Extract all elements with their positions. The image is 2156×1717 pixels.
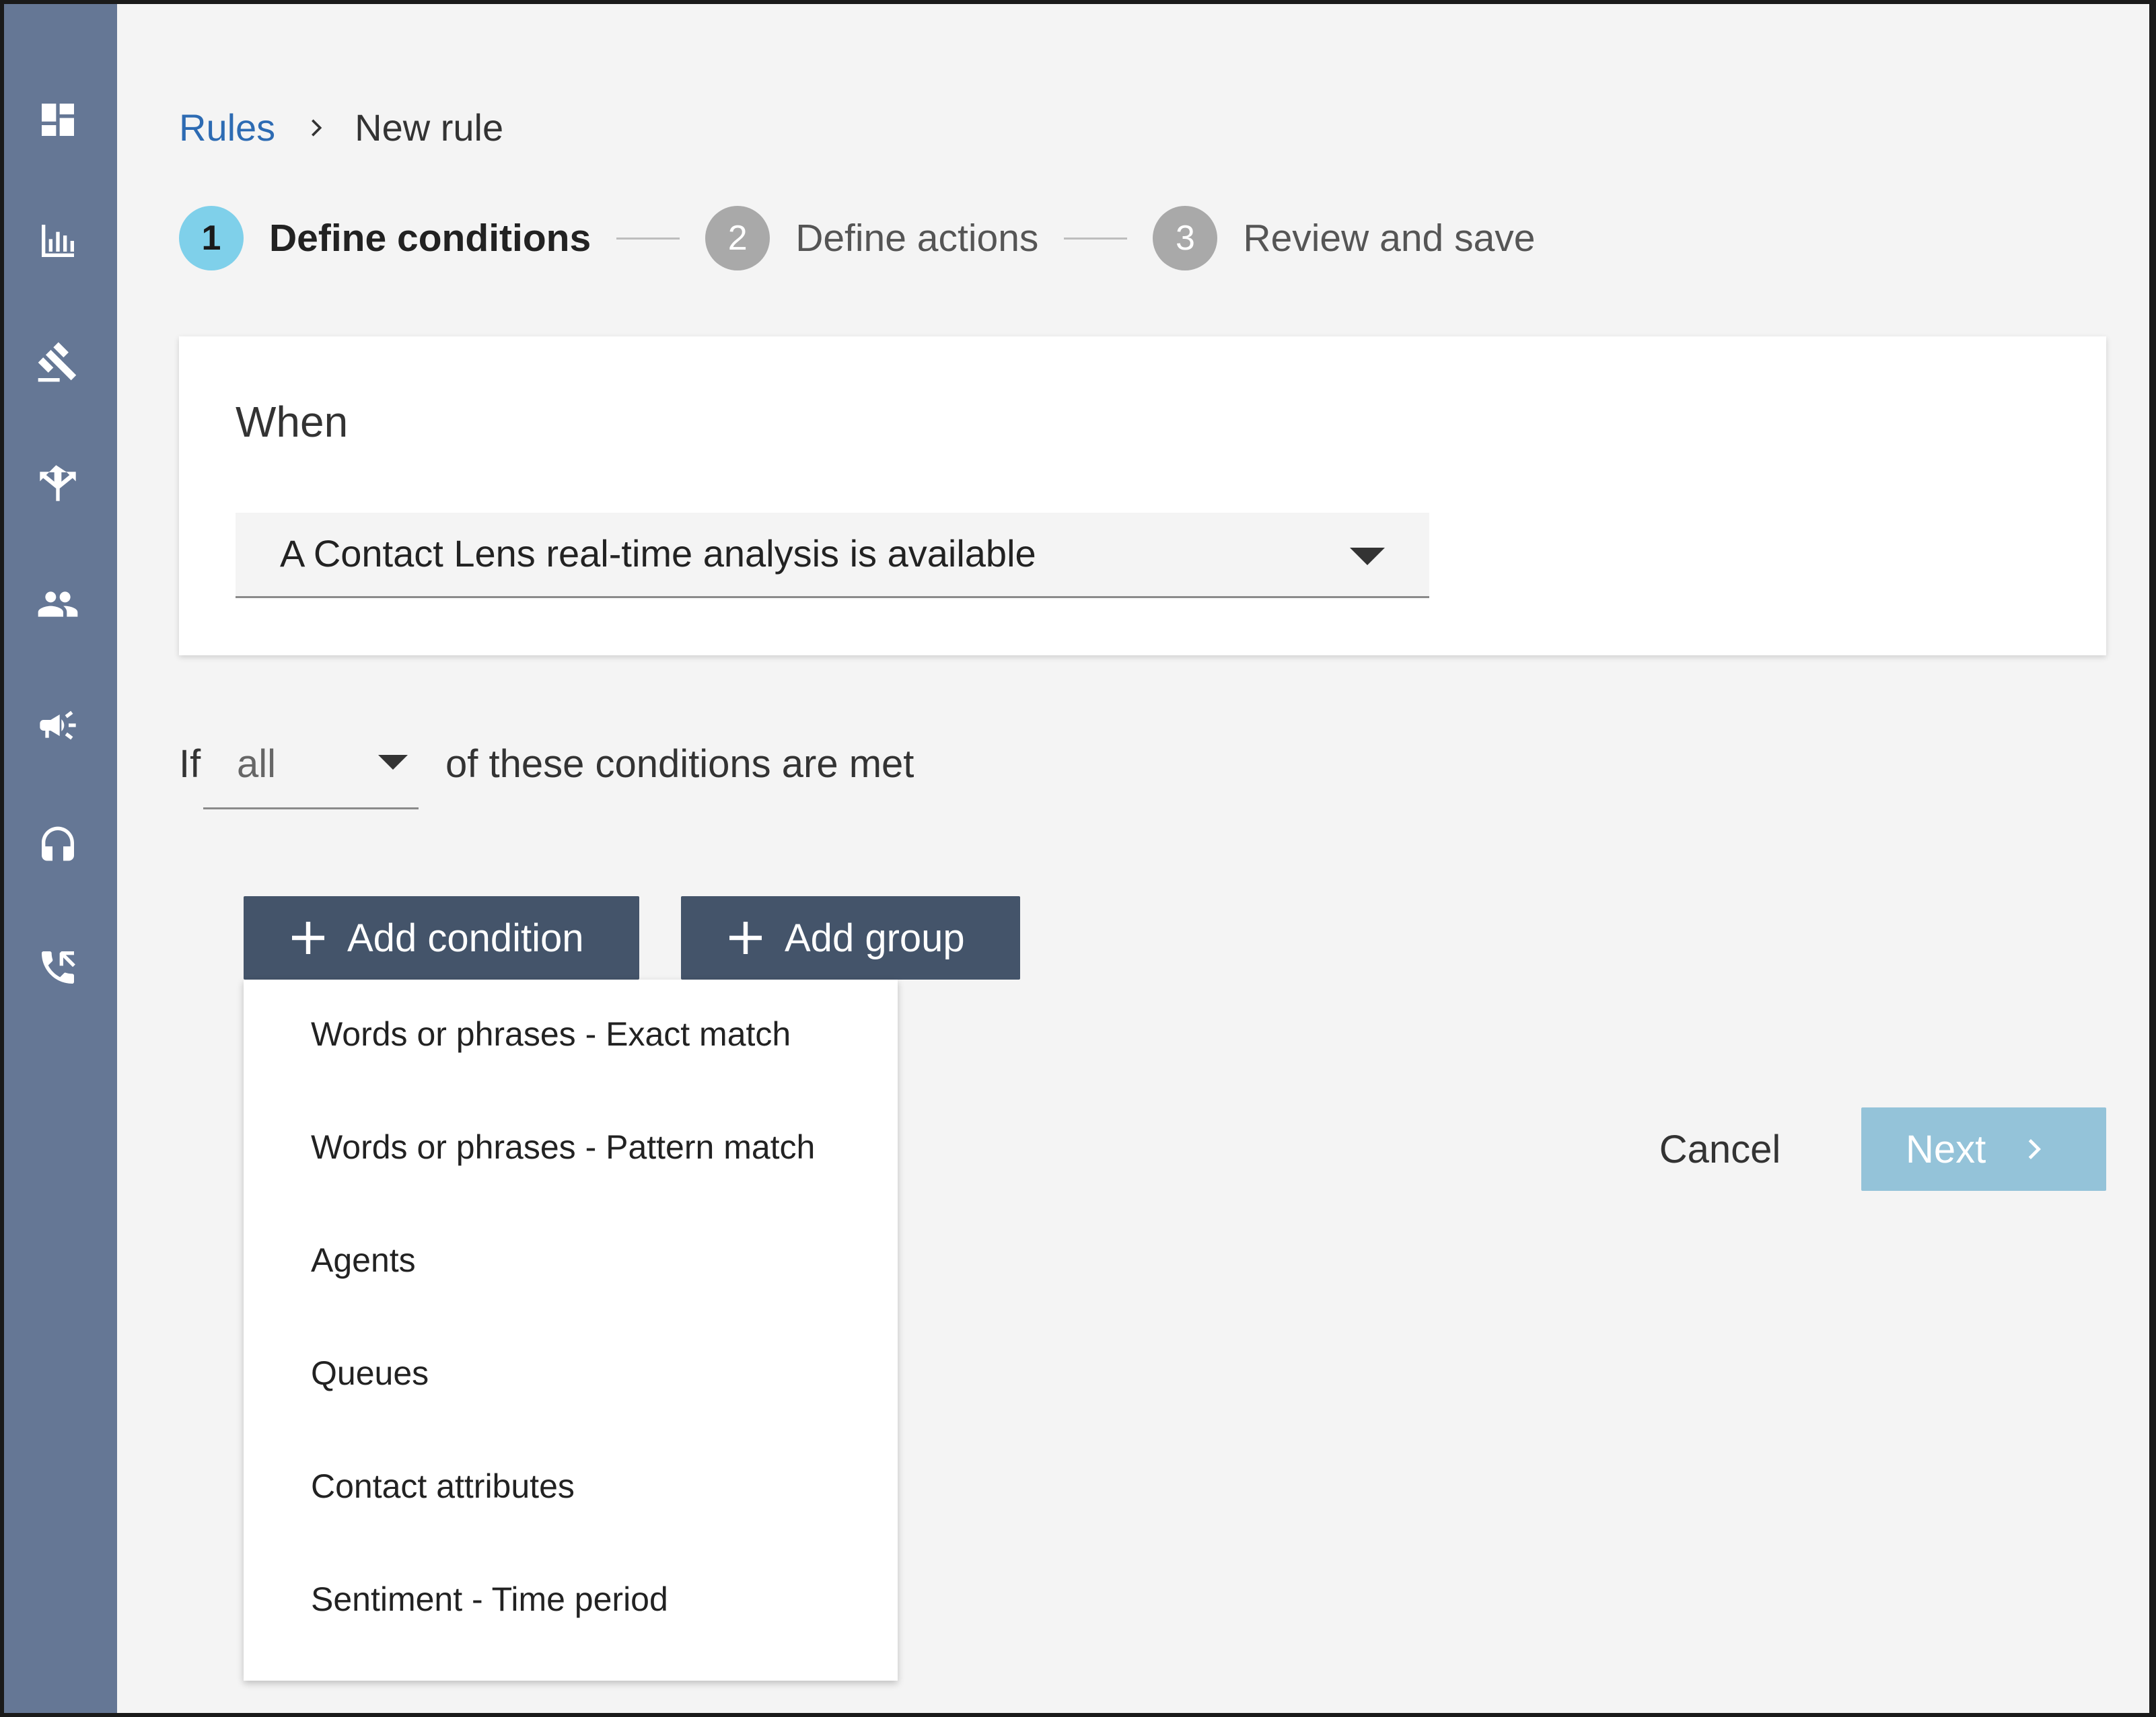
- gavel-icon[interactable]: [34, 338, 82, 386]
- menu-item-agents[interactable]: Agents: [244, 1206, 898, 1319]
- step-3-label: Review and save: [1243, 217, 1536, 260]
- breadcrumb-current: New rule: [355, 106, 504, 149]
- match-type-value: all: [237, 742, 277, 786]
- users-icon[interactable]: [34, 580, 82, 628]
- dashboard-icon[interactable]: [34, 96, 82, 144]
- menu-item-pattern-match[interactable]: Words or phrases - Pattern match: [244, 1093, 898, 1206]
- menu-item-exact-match[interactable]: Words or phrases - Exact match: [244, 980, 898, 1093]
- plus-icon: [287, 916, 330, 959]
- step-1-label: Define conditions: [269, 217, 591, 260]
- event-select[interactable]: A Contact Lens real-time analysis is ava…: [236, 513, 1429, 598]
- menu-item-label: Words or phrases - Exact match: [311, 1015, 791, 1053]
- menu-item-label: Agents: [311, 1241, 416, 1279]
- sidebar: [4, 4, 117, 1713]
- next-button[interactable]: Next: [1861, 1107, 2106, 1191]
- step-2-label: Define actions: [795, 217, 1039, 260]
- step-2-number: 2: [705, 206, 770, 270]
- add-group-label: Add group: [785, 916, 965, 960]
- add-condition-button[interactable]: Add condition: [244, 896, 639, 980]
- menu-item-label: Contact attributes: [311, 1467, 575, 1505]
- cancel-button[interactable]: Cancel: [1639, 1107, 1801, 1191]
- menu-item-contact-attributes[interactable]: Contact attributes: [244, 1432, 898, 1545]
- plus-icon: [724, 916, 767, 959]
- breadcrumb-rules-link[interactable]: Rules: [179, 104, 275, 152]
- bar-chart-icon[interactable]: [34, 217, 82, 265]
- caret-down-icon: [378, 755, 408, 770]
- menu-item-label: Sentiment - Time period: [311, 1580, 668, 1618]
- menu-item-sentiment-time-period[interactable]: Sentiment - Time period: [244, 1545, 898, 1658]
- headset-icon[interactable]: [34, 822, 82, 871]
- conditions-suffix: of these conditions are met: [445, 742, 914, 786]
- menu-item-label: Queues: [311, 1354, 429, 1392]
- chevron-right-icon: [305, 116, 328, 139]
- add-condition-label: Add condition: [347, 916, 584, 960]
- app-window: Rules New rule 1 Define conditions 2 Def…: [4, 4, 2149, 1713]
- menu-item-label: Words or phrases - Pattern match: [311, 1128, 816, 1166]
- step-3-number: 3: [1153, 206, 1218, 270]
- megaphone-icon[interactable]: [34, 701, 82, 750]
- when-title: When: [236, 398, 349, 446]
- phone-icon[interactable]: [34, 943, 82, 992]
- match-type-select[interactable]: all: [203, 733, 419, 809]
- step-connector: [1064, 237, 1128, 240]
- step-connector: [616, 237, 680, 240]
- when-card: When A Contact Lens real-time analysis i…: [179, 336, 2106, 655]
- chevron-right-icon: [2021, 1136, 2048, 1163]
- wizard-stepper: 1 Define conditions 2 Define actions 3 R…: [179, 206, 1535, 270]
- add-group-button[interactable]: Add group: [681, 896, 1020, 980]
- breadcrumb: Rules New rule: [179, 104, 503, 152]
- caret-down-icon: [1350, 548, 1385, 565]
- next-label: Next: [1906, 1127, 1986, 1171]
- event-select-value: A Contact Lens real-time analysis is ava…: [280, 532, 1036, 575]
- step-1-number: 1: [179, 206, 244, 270]
- menu-item-queues[interactable]: Queues: [244, 1319, 898, 1432]
- condition-type-menu: Words or phrases - Exact match Words or …: [244, 980, 898, 1681]
- if-label: If: [179, 742, 201, 786]
- routing-icon[interactable]: [34, 459, 82, 507]
